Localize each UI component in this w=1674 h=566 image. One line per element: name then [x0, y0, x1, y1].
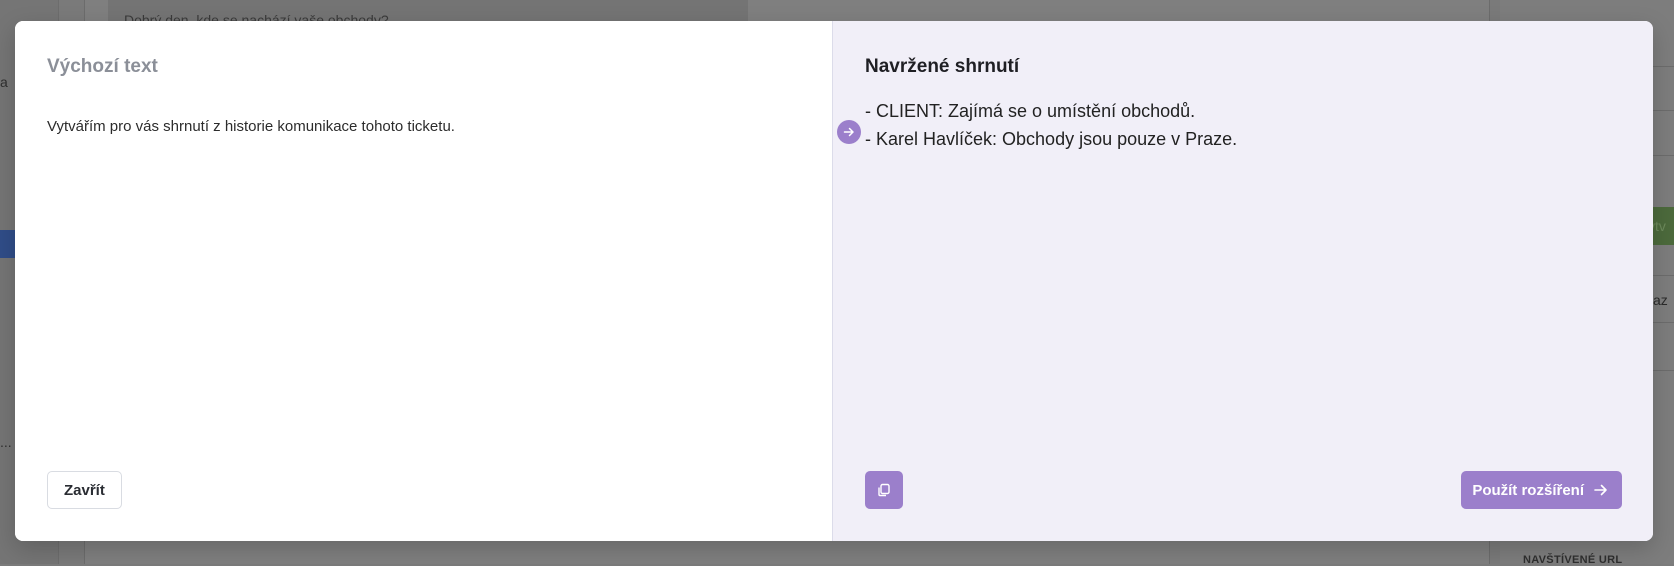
- summary-modal: Výchozí text Vytvářím pro vás shrnutí z …: [15, 21, 1653, 541]
- source-text-content: Vytvářím pro vás shrnutí z historie komu…: [47, 116, 787, 139]
- summary-item: - Karel Havlíček: Obchody jsou pouze v P…: [865, 125, 1625, 153]
- apply-extension-button[interactable]: Použít rozšíření: [1461, 471, 1622, 509]
- suggested-summary-pane: Navržené shrnutí - CLIENT: Zajímá se o u…: [833, 21, 1653, 541]
- source-text-title: Výchozí text: [47, 56, 158, 78]
- apply-extension-label: Použít rozšíření: [1472, 482, 1584, 499]
- copy-icon: [877, 483, 891, 497]
- arrow-right-circle-icon: [837, 120, 861, 144]
- background-rail-text: ...: [0, 434, 12, 450]
- arrow-right-icon: [1594, 484, 1608, 496]
- background-right-heading: NAVŠTÍVENÉ URL: [1523, 554, 1622, 566]
- copy-button[interactable]: [865, 471, 903, 509]
- summary-list: - CLIENT: Zajímá se o umístění obchodů. …: [865, 97, 1625, 153]
- summary-item: - CLIENT: Zajímá se o umístění obchodů.: [865, 97, 1625, 125]
- source-text-pane: Výchozí text Vytvářím pro vás shrnutí z …: [15, 21, 833, 541]
- close-button[interactable]: Zavřít: [47, 471, 122, 509]
- background-rail-text: a: [0, 74, 8, 90]
- background-active-nav: [0, 230, 15, 258]
- suggested-summary-title: Navržené shrnutí: [865, 56, 1019, 78]
